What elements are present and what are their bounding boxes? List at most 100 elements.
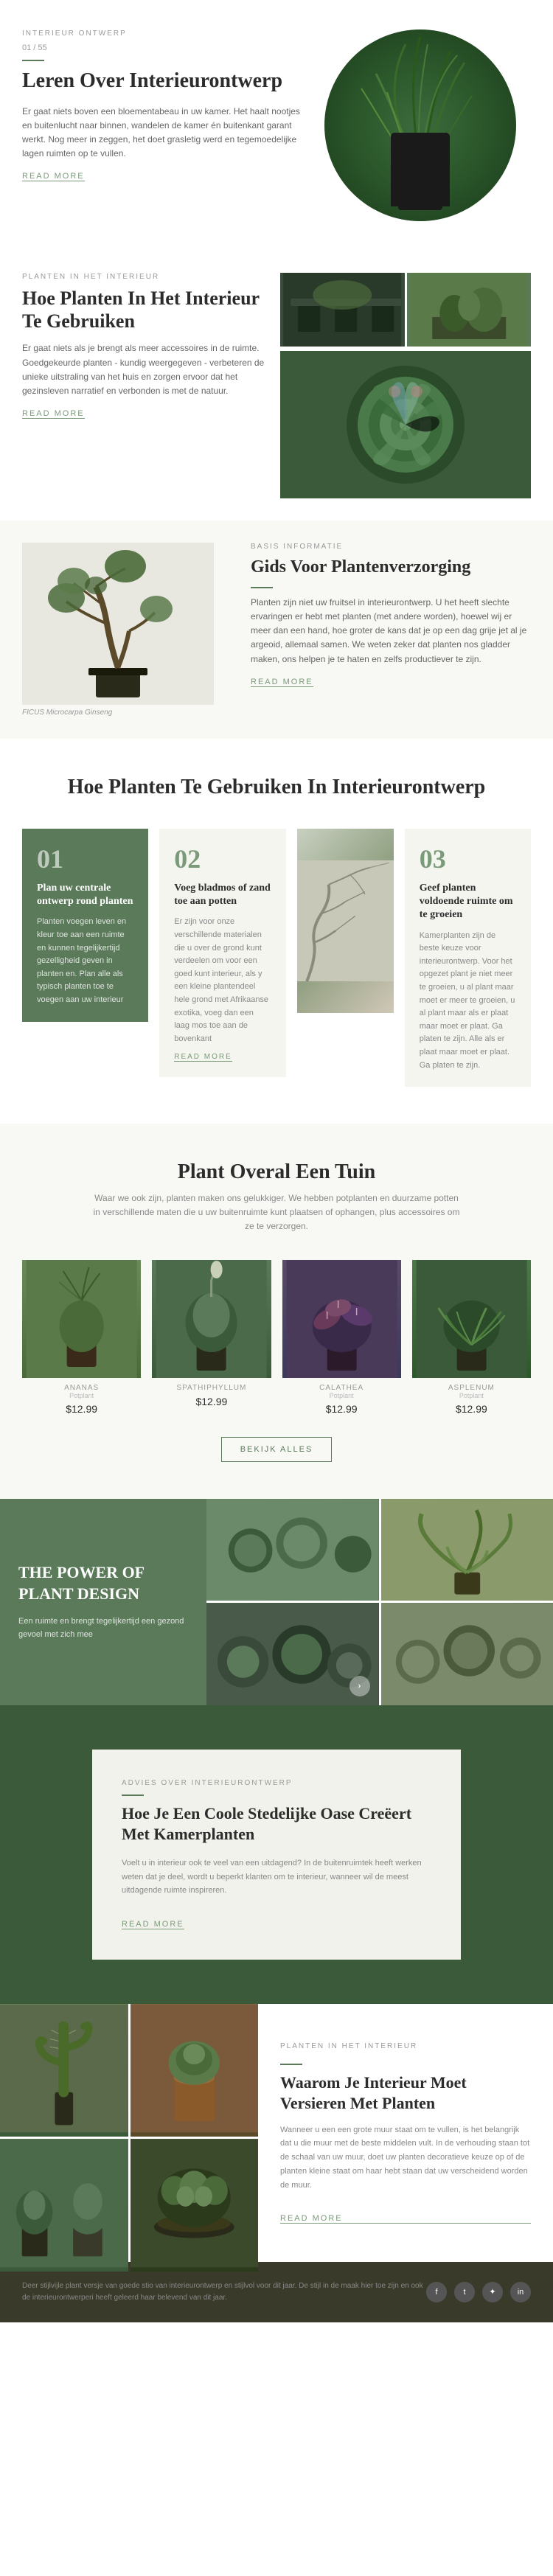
- step2-box: 02 Voeg bladmos of zand toe aan potten E…: [159, 829, 285, 1077]
- plant-card-asplenum: ASPLENUM Potplant $12.99: [412, 1260, 531, 1415]
- step1-title: Plan uw centrale ontwerp rond planten: [37, 882, 133, 908]
- step3-box: 03 Geef planten voldoende ruimte om te g…: [405, 829, 531, 1087]
- section8-text: PLANTEN IN HET INTERIEUR Waarom Je Inter…: [258, 2004, 553, 2262]
- bekijk-alles-button[interactable]: BEKIJK ALLES: [221, 1437, 333, 1462]
- ananas-species: Potplant: [22, 1392, 141, 1399]
- section7-body: Voelt u in interieur ook te veel van een…: [122, 1856, 431, 1898]
- section-waarom-versieren: PLANTEN IN HET INTERIEUR Waarom Je Inter…: [0, 2004, 553, 2262]
- calathea-name: CALATHEA: [282, 1384, 401, 1392]
- calathea-species: Potplant: [282, 1392, 401, 1399]
- section7-label: ADVIES OVER INTERIEURONTWERP: [122, 1779, 431, 1787]
- grass-plant-image: [324, 29, 516, 221]
- photo-mixed: ›: [206, 1603, 379, 1705]
- divider: [22, 60, 44, 61]
- oase-content-box: ADVIES OVER INTERIEURONTWERP Hoe Je Een …: [92, 1750, 461, 1960]
- step3-body: Kamerplanten zijn de beste keuze voor in…: [420, 930, 516, 1073]
- step2-read-more[interactable]: READ MORE: [174, 1053, 232, 1062]
- plant-card-ananas: ANANAS Potplant $12.99: [22, 1260, 141, 1415]
- photo-succulents-bottom: [381, 1603, 553, 1705]
- section-gids-verzorging: FICUS Microcarpa Ginseng BASIS INFORMATI…: [0, 521, 553, 739]
- step3-image: [297, 829, 394, 1013]
- section1-body: Er gaat niets boven een bloementabeau in…: [22, 105, 302, 161]
- step1-number: 01: [37, 843, 133, 874]
- facebook-icon[interactable]: f: [426, 2282, 447, 2302]
- section-stedelijke-oase: ADVIES OVER INTERIEURONTWERP Hoe Je Een …: [0, 1705, 553, 2004]
- section8-label: PLANTEN IN HET INTERIEUR: [280, 2042, 531, 2050]
- linkedin-icon[interactable]: in: [510, 2282, 531, 2302]
- photo-aloe: [381, 1499, 553, 1601]
- plants-table-image: [407, 273, 532, 347]
- ananas-price: $12.99: [22, 1403, 141, 1415]
- section1-title: Leren Over Interieurontwerp: [22, 69, 302, 94]
- divider3: [122, 1795, 144, 1796]
- section7-read-more[interactable]: READ MORE: [122, 1920, 184, 1929]
- asplenum-price: $12.99: [412, 1403, 531, 1415]
- power-plant-photos: ›: [206, 1499, 553, 1705]
- section-stappen: Hoe Planten Te Gebruiken In Interieuront…: [0, 739, 553, 1124]
- steps-grid: 01 Plan uw centrale ontwerp rond planten…: [22, 829, 531, 1087]
- cactus-image: [0, 2004, 128, 2137]
- mixed-plants-image: [0, 2139, 128, 2272]
- star-icon[interactable]: ✦: [482, 2282, 503, 2302]
- spathi-price: $12.99: [152, 1396, 271, 1407]
- succulents-image: [280, 351, 531, 498]
- green-succulents-bowl: [131, 2139, 259, 2272]
- ficus-label: FICUS Microcarpa Ginseng: [22, 709, 229, 717]
- section8-images: [0, 2004, 258, 2262]
- twitter-icon[interactable]: t: [454, 2282, 475, 2302]
- section2-title: Hoe Planten In Het Interieur Te Gebruike…: [22, 287, 265, 333]
- ananas-image: [22, 1260, 141, 1378]
- section7-title: Hoe Je Een Coole Stedelijke Oase Creëert…: [122, 1803, 431, 1845]
- asplenum-species: Potplant: [412, 1392, 531, 1399]
- social-icons: f t ✦ in: [426, 2282, 531, 2302]
- section2-body: Er gaat niets als je brengt als meer acc…: [22, 341, 265, 398]
- plants-grid: ANANAS Potplant $12.99 SPATHIPHYLLUM $12…: [22, 1260, 531, 1415]
- section4-title: Hoe Planten Te Gebruiken In Interieuront…: [22, 776, 531, 799]
- section8-title: Waarom Je Interieur Moet Versieren Met P…: [280, 2072, 531, 2114]
- section3-basis-label: BASIS INFORMATIE: [251, 543, 531, 551]
- pagination: 01 / 55: [22, 43, 302, 52]
- power-plant-body: Een ruimte en brengt tegelijkertijd een …: [18, 1615, 188, 1641]
- section-plant-tuin: Plant Overal Een Tuin Waar we ook zijn, …: [0, 1124, 553, 1499]
- section-hoe-planten: PLANTEN IN HET INTERIEUR Hoe Planten In …: [0, 251, 553, 521]
- chairs-image: [280, 273, 405, 347]
- asplenum-image: [412, 1260, 531, 1378]
- section1-image: [324, 29, 531, 221]
- step3-title: Geef planten voldoende ruimte om te groe…: [420, 882, 516, 922]
- section-interieur-ontwerp: INTERIEUR ONTWERP 01 / 55 Leren Over Int…: [0, 0, 553, 251]
- divider4: [280, 2064, 302, 2065]
- step1-box: 01 Plan uw centrale ontwerp rond planten…: [22, 829, 148, 1022]
- spathi-image: [152, 1260, 271, 1378]
- section8-read-more[interactable]: READ MORE: [280, 2214, 531, 2224]
- section8-body: Wanneer u een een grote muur staat om te…: [280, 2123, 531, 2192]
- power-plant-text-area: THE POWER OF PLANT DESIGN Een ruimte en …: [0, 1499, 206, 1705]
- ananas-name: ANANAS: [22, 1384, 141, 1392]
- terracotta-image: [131, 2004, 259, 2137]
- photo-succulents-top: [206, 1499, 379, 1601]
- step1-body: Planten voegen leven en kleur toe aan ee…: [37, 916, 133, 1006]
- power-plant-title: THE POWER OF PLANT DESIGN: [18, 1562, 188, 1604]
- section3-body: Planten zijn niet uw fruitsel in interie…: [251, 596, 531, 666]
- section2-read-more[interactable]: READ MORE: [22, 409, 85, 419]
- next-arrow-icon[interactable]: ›: [349, 1676, 370, 1696]
- step2-title: Voeg bladmos of zand toe aan potten: [174, 882, 271, 908]
- asplenum-name: ASPLENUM: [412, 1384, 531, 1392]
- bonsai-image: [22, 543, 214, 705]
- section1-read-more[interactable]: READ MORE: [22, 172, 85, 181]
- plant-card-calathea: CALATHEA Potplant $12.99: [282, 1260, 401, 1415]
- section3-title: Gids Voor Plantenverzorging: [251, 557, 531, 578]
- calathea-price: $12.99: [282, 1403, 401, 1415]
- section3-read-more[interactable]: READ MORE: [251, 678, 313, 687]
- calathea-image: [282, 1260, 401, 1378]
- spathi-name: SPATHIPHYLLUM: [152, 1384, 271, 1392]
- section2-label: PLANTEN IN HET INTERIEUR: [22, 273, 265, 281]
- section-power-plant: THE POWER OF PLANT DESIGN Een ruimte en …: [0, 1499, 553, 1705]
- step2-body: Er zijn voor onze verschillende material…: [174, 916, 271, 1045]
- plant-card-spathi: SPATHIPHYLLUM $12.99: [152, 1260, 271, 1415]
- divider2: [251, 587, 273, 588]
- footer-text: Deer stijlvijle plant versje van goede s…: [22, 2280, 426, 2304]
- section5-title: Plant Overal Een Tuin: [22, 1160, 531, 1184]
- section5-body: Waar we ook zijn, planten maken ons gelu…: [92, 1191, 461, 1234]
- step2-number: 02: [174, 843, 271, 874]
- section1-label: INTERIEUR ONTWERP: [22, 29, 302, 38]
